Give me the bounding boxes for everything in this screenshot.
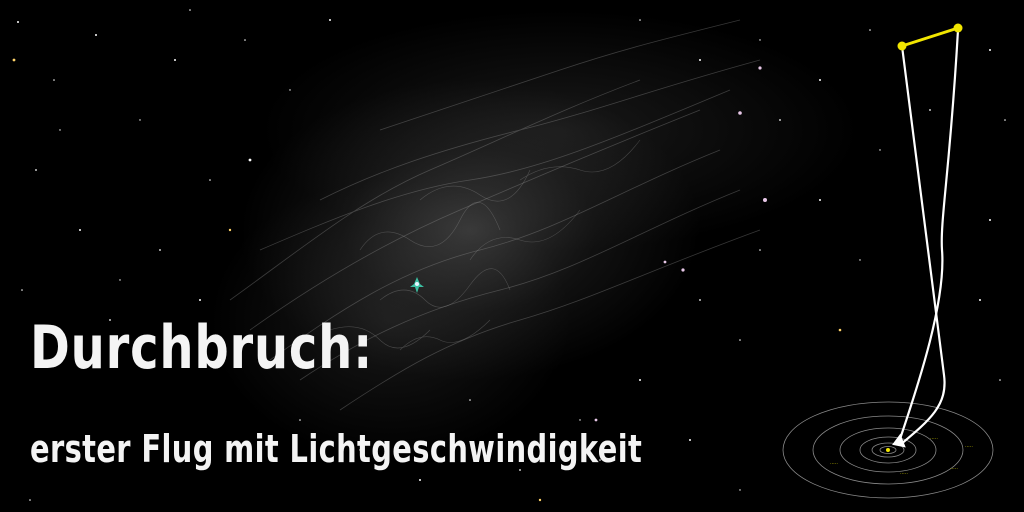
spaceship-icon bbox=[410, 277, 424, 293]
yellow-marker-icon bbox=[897, 23, 963, 51]
svg-text:·····: ····· bbox=[965, 444, 973, 450]
svg-text:·····: ····· bbox=[950, 466, 958, 472]
sun-icon bbox=[886, 448, 890, 452]
flight-path-arrow-icon bbox=[892, 29, 960, 448]
solar-system-map: ····· ····· ····· ····· ····· bbox=[782, 23, 994, 499]
svg-text:·····: ····· bbox=[900, 471, 908, 477]
svg-text:·····: ····· bbox=[930, 436, 938, 442]
svg-text:·····: ····· bbox=[830, 461, 838, 467]
banner-image: Durchbruch: erster Flug mit Lichtgeschwi… bbox=[0, 0, 1024, 512]
subline: erster Flug mit Lichtgeschwindigkeit bbox=[30, 427, 643, 471]
headline: Durchbruch: bbox=[30, 313, 374, 383]
